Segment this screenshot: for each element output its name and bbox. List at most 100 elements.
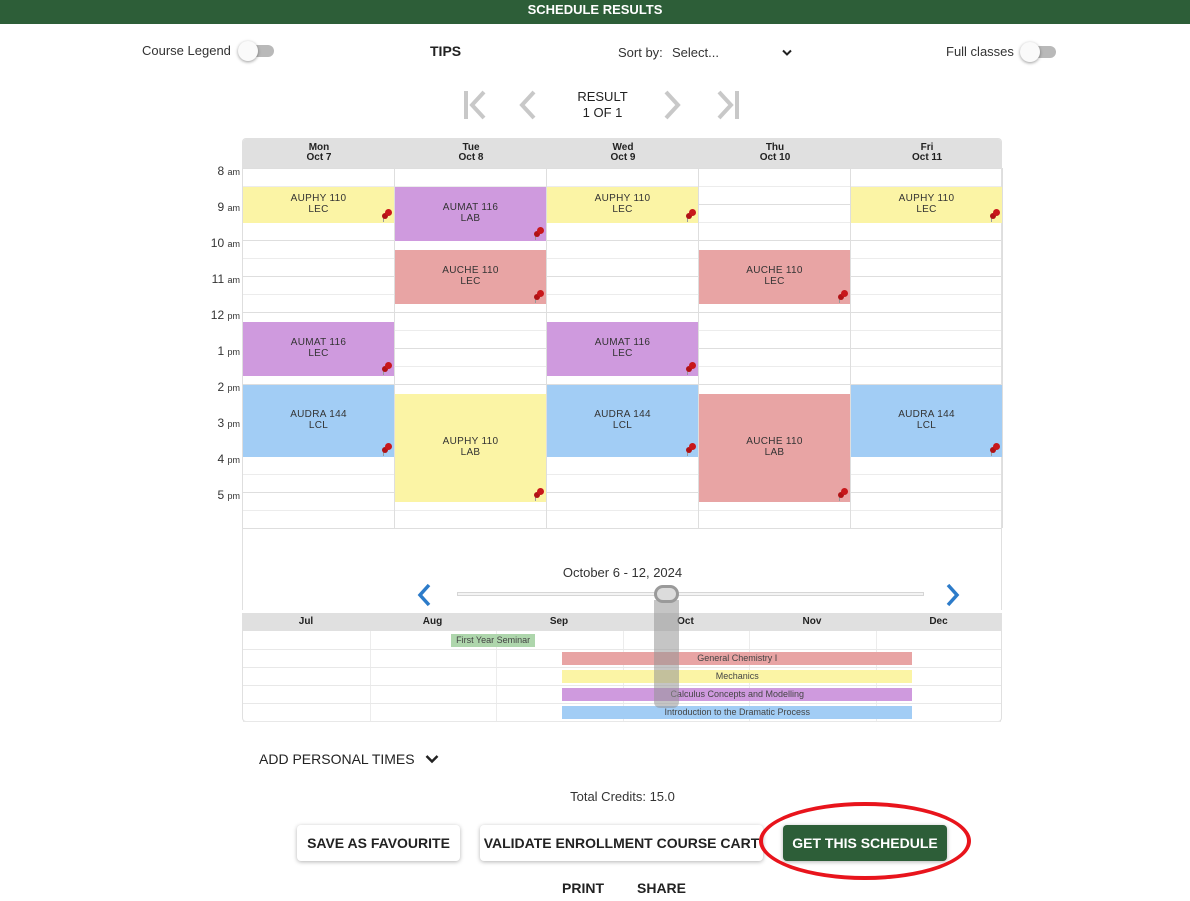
week-indicator-band: [654, 600, 679, 708]
event-course-code: AUCHE 110: [442, 265, 499, 276]
day-date: Oct 10: [759, 152, 791, 163]
event-section-type: LAB: [460, 447, 481, 458]
course-event[interactable]: AUCHE 110 LEC: [395, 250, 546, 304]
pushpin-icon[interactable]: [534, 488, 544, 501]
month-label: Jul: [298, 616, 314, 627]
grid-column-line: [1002, 168, 1003, 528]
course-event[interactable]: AUCHE 110 LEC: [699, 250, 850, 304]
result-count: 1 OF 1: [582, 105, 623, 120]
hour-number: 1: [217, 344, 225, 358]
chevron-down-icon: [425, 755, 438, 764]
event-course-code: AUDRA 144: [898, 409, 955, 420]
grid-line: [243, 168, 1001, 169]
chevron-right-icon[interactable]: [662, 90, 684, 120]
hour-suffix: pm: [227, 491, 240, 501]
course-event[interactable]: AUMAT 116 LAB: [395, 187, 546, 241]
day-header: Thu Oct 10: [699, 143, 851, 163]
event-course-code: AUDRA 144: [290, 409, 347, 420]
course-event[interactable]: AUDRA 144 LCL: [547, 385, 698, 457]
month-label: Sep: [549, 616, 569, 627]
course-term-bar: Mechanics: [562, 670, 913, 683]
hour-suffix: am: [227, 275, 240, 285]
sort-by-label: Sort by:: [618, 45, 663, 60]
course-term-bar: Introduction to the Dramatic Process: [562, 706, 913, 719]
first-page-icon[interactable]: [462, 90, 488, 120]
week-range-label: October 6 - 12, 2024: [562, 565, 683, 580]
validate-enrollment-cart-button[interactable]: VALIDATE ENROLLMENT COURSE CART: [480, 825, 763, 861]
course-event[interactable]: AUDRA 144 LCL: [243, 385, 394, 457]
hour-label: 8 am: [200, 164, 240, 178]
course-event[interactable]: AUMAT 116 LEC: [547, 322, 698, 376]
grid-line: [243, 312, 1001, 313]
event-section-type: LCL: [916, 420, 937, 431]
chevron-right-icon[interactable]: [945, 583, 961, 607]
hour-label: 11 am: [200, 272, 240, 286]
pushpin-icon[interactable]: [534, 290, 544, 303]
timeline-column-line: [369, 631, 371, 721]
print-button[interactable]: PRINT: [562, 880, 604, 896]
sort-by-select[interactable]: Select...: [672, 45, 792, 60]
course-event[interactable]: AUPHY 110 LEC: [851, 187, 1002, 223]
hour-number: 4: [217, 452, 225, 466]
event-section-type: LEC: [612, 348, 633, 359]
page-header: SCHEDULE RESULTS: [0, 0, 1190, 24]
course-event[interactable]: AUPHY 110 LAB: [395, 394, 546, 502]
event-course-code: AUMAT 116: [594, 337, 651, 348]
month-label: Oct: [677, 616, 694, 627]
pushpin-icon[interactable]: [534, 227, 544, 240]
pushpin-icon[interactable]: [838, 290, 848, 303]
pushpin-icon[interactable]: [382, 443, 392, 456]
grid-line: [243, 510, 1001, 511]
timeline-row-line: [243, 649, 1001, 650]
pushpin-icon[interactable]: [990, 443, 1000, 456]
event-section-type: LAB: [764, 447, 785, 458]
pushpin-icon[interactable]: [382, 209, 392, 222]
hour-number: 11: [211, 272, 225, 286]
event-section-type: LAB: [460, 213, 481, 224]
event-course-code: AUMAT 116: [442, 202, 499, 213]
day-header: Fri Oct 11: [851, 143, 1003, 163]
event-course-code: AUCHE 110: [746, 265, 803, 276]
grid-line: [243, 276, 1001, 277]
grid-line: [243, 258, 1001, 259]
day-header: Tue Oct 8: [395, 143, 547, 163]
course-legend-toggle[interactable]: [238, 41, 274, 61]
pushpin-icon[interactable]: [838, 488, 848, 501]
event-course-code: AUPHY 110: [898, 193, 955, 204]
tips-link[interactable]: TIPS: [430, 43, 461, 59]
chevron-left-icon[interactable]: [416, 583, 432, 607]
pushpin-icon[interactable]: [686, 209, 696, 222]
course-event[interactable]: AUPHY 110 LEC: [547, 187, 698, 223]
last-page-icon[interactable]: [715, 90, 741, 120]
get-this-schedule-button[interactable]: GET THIS SCHEDULE: [783, 825, 947, 861]
calendar-header: Mon Oct 7 Tue Oct 8 Wed Oct 9 Thu Oct 10 Fri Oct …: [243, 139, 1001, 169]
pushpin-icon[interactable]: [382, 362, 392, 375]
pushpin-icon[interactable]: [686, 443, 696, 456]
sort-by-value: Select...: [672, 45, 719, 60]
grid-line: [243, 294, 1001, 295]
full-classes-toggle[interactable]: [1020, 42, 1056, 62]
full-classes-label: Full classes: [946, 44, 1014, 59]
grid-line: [243, 492, 1001, 493]
course-event[interactable]: AUDRA 144 LCL: [851, 385, 1002, 457]
chevron-down-icon: [782, 49, 792, 56]
week-slider-handle[interactable]: [654, 585, 679, 603]
save-as-favourite-button[interactable]: SAVE AS FAVOURITE: [297, 825, 460, 861]
course-event[interactable]: AUPHY 110 LEC: [243, 187, 394, 223]
event-course-code: AUCHE 110: [746, 436, 803, 447]
day-header: Mon Oct 7: [243, 143, 395, 163]
share-button[interactable]: SHARE: [637, 880, 686, 896]
event-section-type: LEC: [612, 204, 633, 215]
add-personal-times-toggle[interactable]: ADD PERSONAL TIMES: [259, 751, 439, 767]
pushpin-icon[interactable]: [686, 362, 696, 375]
course-event[interactable]: AUMAT 116 LEC: [243, 322, 394, 376]
pushpin-icon[interactable]: [990, 209, 1000, 222]
month-label: Nov: [802, 616, 822, 627]
event-course-code: AUPHY 110: [290, 193, 347, 204]
add-personal-times-label: ADD PERSONAL TIMES: [259, 751, 415, 767]
hour-number: 9: [217, 200, 225, 214]
chevron-left-icon[interactable]: [516, 90, 538, 120]
week-slider-track[interactable]: [457, 592, 924, 596]
hour-suffix: pm: [227, 455, 240, 465]
course-event[interactable]: AUCHE 110 LAB: [699, 394, 850, 502]
